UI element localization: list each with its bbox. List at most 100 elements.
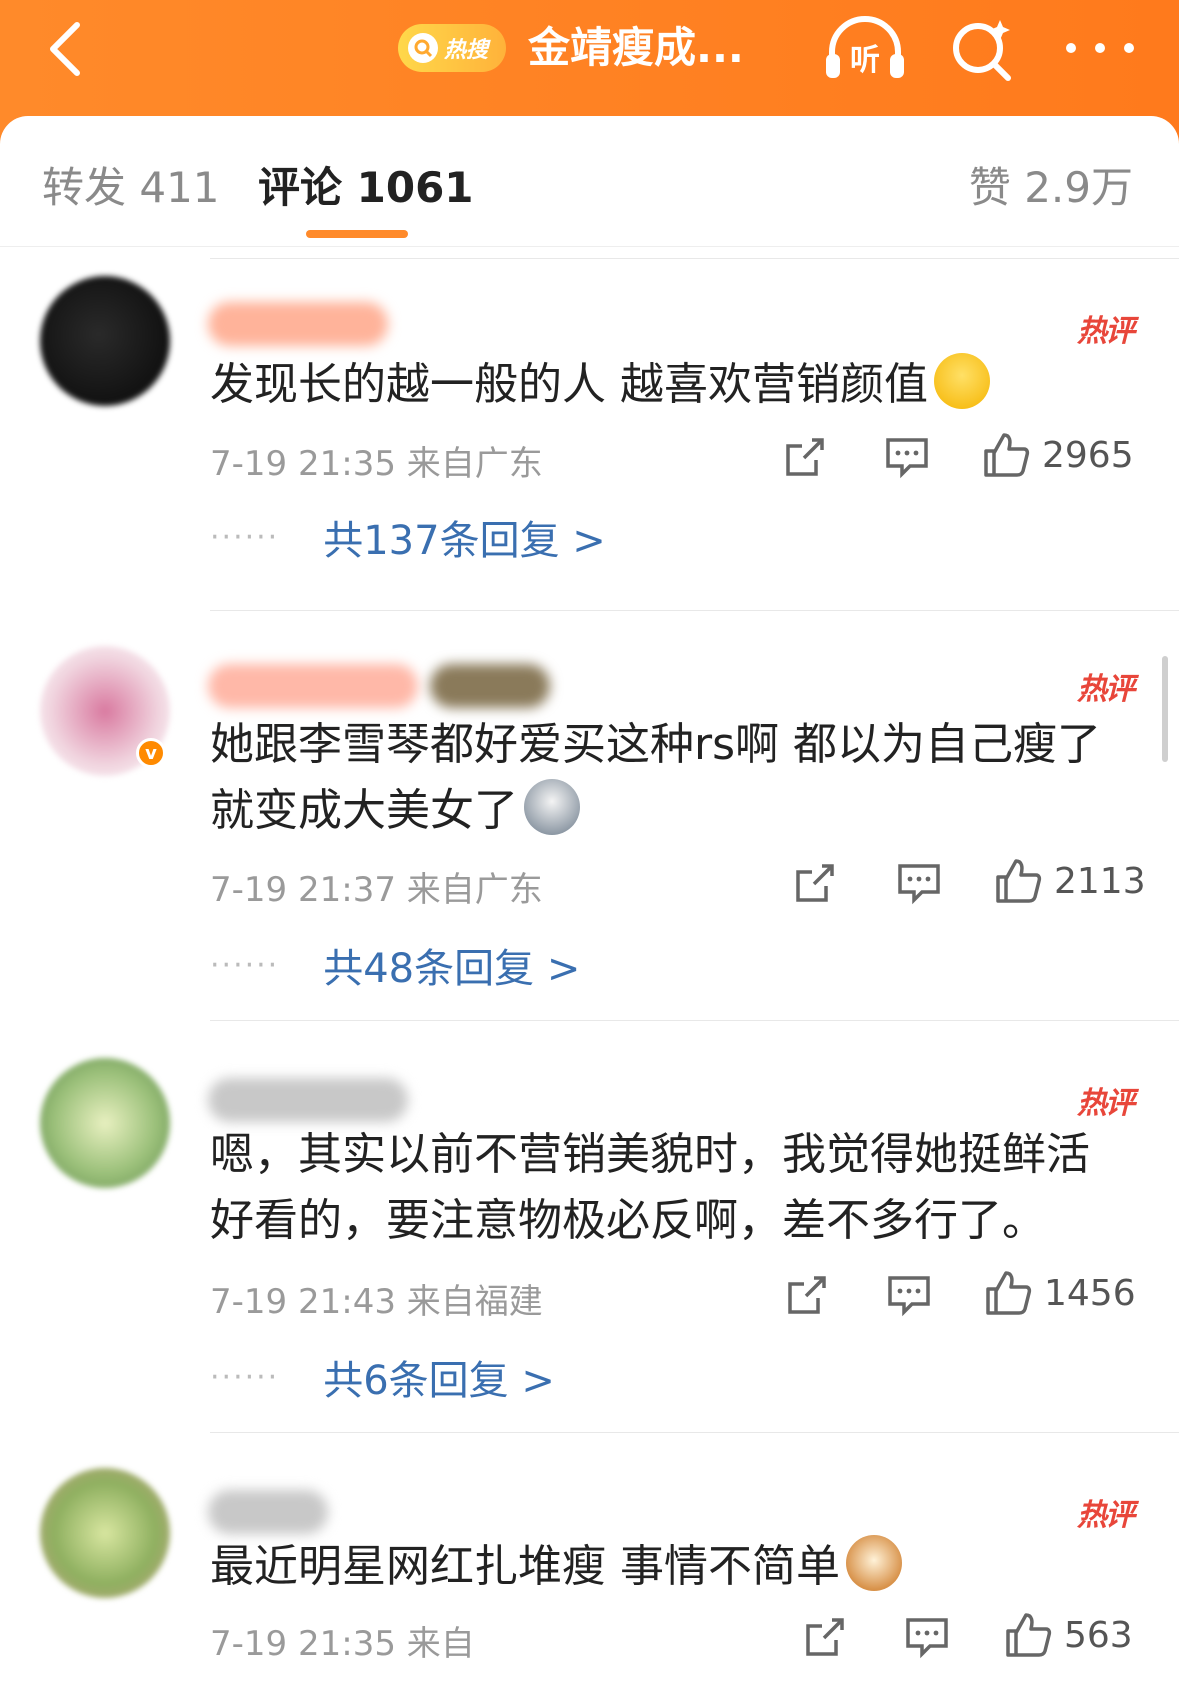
comment-icon (898, 864, 940, 905)
share-button[interactable] (802, 1612, 848, 1662)
comment-text-content: 她跟李雪琴都好爱买这种rs啊 都以为自己瘦了就变成大美女了 (210, 719, 1101, 836)
comment-text: 她跟李雪琴都好爱买这种rs啊 都以为自己瘦了就变成大美女了 (210, 712, 1130, 844)
thumbs-up-icon (1006, 1613, 1052, 1657)
search-button[interactable] (948, 14, 1018, 84)
replies-count: 共6条回复 > (323, 1358, 555, 1404)
hot-search-badge[interactable]: 热搜 (398, 24, 506, 72)
comment-text: 最近明星网红扎堆瘦 事情不简单 (210, 1534, 1130, 1600)
like-button[interactable]: 563 (1004, 1610, 1133, 1660)
share-icon (786, 438, 824, 476)
hot-comment-tag: 热评 (1077, 1086, 1135, 1121)
tab-likes[interactable]: 赞 2.9万 (969, 154, 1133, 215)
username-blurred[interactable] (208, 1490, 328, 1534)
share-button[interactable] (792, 858, 838, 908)
comment-text: 嗯，其实以前不营销美貌时，我觉得她挺鲜活好看的，要注意物极必反啊，差不多行了。 (210, 1122, 1130, 1254)
listen-button[interactable]: 听 (820, 14, 910, 84)
verified-badge-icon: v (136, 738, 166, 768)
thumbs-up-icon (996, 859, 1042, 903)
username-blurred[interactable] (208, 664, 418, 708)
comment-meta: 7-19 21:43 来自福建 (210, 1274, 543, 1323)
comment-text-content: 发现长的越一般的人 越喜欢营销颜值 (210, 359, 928, 410)
avatar[interactable] (40, 1058, 170, 1188)
reply-button[interactable] (884, 432, 930, 482)
like-count: 1456 (1044, 1272, 1136, 1314)
tab-reposts[interactable]: 转发 411 (42, 154, 220, 215)
replies-count: 共137条回复 > (323, 518, 606, 564)
divider (0, 246, 1179, 247)
reply-button[interactable] (896, 858, 942, 908)
avatar[interactable] (40, 276, 170, 406)
thumbs-up-icon (986, 1271, 1032, 1315)
comment-time: 7-19 21:35 (210, 444, 396, 484)
hot-comment-tag: 热评 (1077, 314, 1135, 349)
like-button[interactable]: 1456 (984, 1268, 1136, 1318)
back-button[interactable] (30, 14, 100, 84)
reply-button[interactable] (904, 1612, 950, 1662)
comment-location: 来自 (406, 1624, 475, 1664)
like-count: 2965 (1042, 434, 1134, 476)
comment-location: 来自福建 (406, 1282, 543, 1322)
page-title: 金靖瘦成... (528, 23, 744, 72)
thumbs-up-icon (984, 433, 1030, 477)
comment-time: 7-19 21:43 (210, 1282, 396, 1322)
share-icon (806, 1618, 844, 1656)
hot-comment-tag: 热评 (1077, 672, 1135, 707)
comment-icon (906, 1618, 948, 1659)
chevron-left-icon (50, 22, 80, 76)
comment-text-content: 最近明星网红扎堆瘦 事情不简单 (210, 1541, 840, 1592)
svg-text:听: 听 (850, 43, 880, 78)
replies-count: 共48条回复 > (323, 946, 581, 992)
share-icon (788, 1276, 826, 1314)
username-blurred[interactable] (208, 302, 388, 346)
tab-active-indicator (306, 230, 408, 238)
divider (210, 1432, 1179, 1433)
reply-button[interactable] (886, 1270, 932, 1320)
cat-emoji-icon (846, 1535, 902, 1591)
divider (210, 610, 1179, 611)
scrollbar[interactable] (1162, 656, 1168, 762)
smile-emoji-icon (934, 353, 990, 409)
headphones-icon: 听 (826, 16, 904, 78)
search-icon (408, 33, 438, 63)
dots-icon: ······ (210, 1359, 280, 1395)
replies-link[interactable]: ······ 共6条回复 > (210, 1348, 555, 1406)
comment-text: 发现长的越一般的人 越喜欢营销颜值 (210, 352, 1130, 418)
share-icon (796, 864, 834, 902)
like-count: 563 (1064, 1614, 1133, 1656)
comment-meta: 7-19 21:35 来自广东 (210, 436, 543, 485)
badge-blurred (430, 664, 550, 708)
tab-comments[interactable]: 评论 1061 (258, 154, 474, 215)
comment-time: 7-19 21:35 (210, 1624, 396, 1664)
comment-location: 来自广东 (406, 444, 543, 484)
comment-meta: 7-19 21:37 来自广东 (210, 862, 543, 911)
more-button[interactable] (1060, 24, 1140, 72)
like-count: 2113 (1054, 860, 1146, 902)
search-sparkle-icon (953, 20, 1011, 81)
dots-icon: ······ (210, 947, 280, 983)
like-button[interactable]: 2965 (982, 430, 1134, 480)
comment-time: 7-19 21:37 (210, 870, 396, 910)
divider (210, 1020, 1179, 1021)
tab-bar: 转发 411 评论 1061 赞 2.9万 (0, 116, 1179, 246)
hot-comment-tag: 热评 (1077, 1498, 1135, 1533)
hot-search-label: 热搜 (444, 38, 489, 63)
comment-location: 来自广东 (406, 870, 543, 910)
share-button[interactable] (782, 432, 828, 482)
share-button[interactable] (784, 1270, 830, 1320)
more-dot-icon (1066, 43, 1076, 53)
username-blurred[interactable] (208, 1078, 408, 1122)
comment-text-content: 嗯，其实以前不营销美貌时，我觉得她挺鲜活好看的，要注意物极必反啊，差不多行了。 (210, 1129, 1090, 1246)
avatar[interactable] (40, 1468, 170, 1598)
comment-icon (886, 438, 928, 479)
more-dot-icon (1095, 43, 1105, 53)
replies-link[interactable]: ······ 共137条回复 > (210, 508, 606, 566)
more-dot-icon (1124, 43, 1134, 53)
like-button[interactable]: 2113 (994, 856, 1146, 906)
comment-sheet: 转发 411 评论 1061 赞 2.9万 热评 发现长的越一般的人 越喜欢营销… (0, 116, 1179, 1696)
replies-link[interactable]: ······ 共48条回复 > (210, 936, 580, 994)
comment-icon (888, 1276, 930, 1317)
divider (210, 258, 1179, 259)
dots-icon: ······ (210, 519, 280, 555)
husky-emoji-icon (524, 779, 580, 835)
comment-meta: 7-19 21:35 来自 (210, 1616, 475, 1665)
